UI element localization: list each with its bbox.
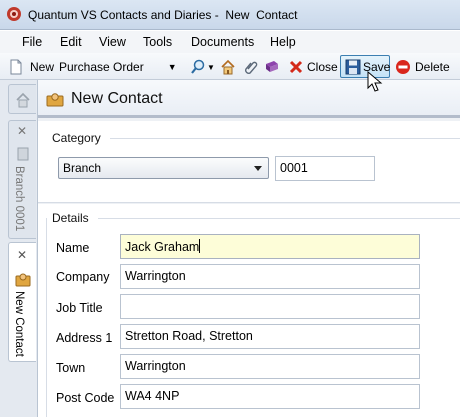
chevron-down-icon bbox=[254, 166, 262, 171]
post-code-field[interactable]: WA4 4NP bbox=[120, 384, 420, 409]
books-button[interactable] bbox=[264, 57, 280, 77]
menu-tools[interactable]: Tools bbox=[143, 35, 172, 49]
town-field[interactable]: Warrington bbox=[120, 354, 420, 379]
text-caret bbox=[199, 239, 201, 253]
building-icon bbox=[17, 147, 29, 161]
contact-form-area: New Contact Category Branch 0001 Details… bbox=[38, 80, 460, 417]
category-dropdown[interactable]: Branch bbox=[58, 157, 269, 179]
tab-branch[interactable]: ✕ Branch 0001 bbox=[8, 120, 36, 239]
company-label: Company bbox=[56, 270, 110, 284]
category-section-label: Category bbox=[52, 131, 101, 145]
window-title: Quantum VS Contacts and Diaries - New Co… bbox=[28, 8, 298, 22]
divider bbox=[110, 138, 460, 139]
job-title-field[interactable] bbox=[120, 294, 420, 319]
delete-button[interactable]: Delete bbox=[395, 57, 450, 77]
contact-icon bbox=[46, 93, 64, 107]
divider bbox=[98, 218, 460, 219]
paperclip-icon bbox=[245, 61, 258, 74]
details-panel: Details Name Jack Graham Company Warring… bbox=[38, 204, 460, 417]
menu-help[interactable]: Help bbox=[270, 35, 296, 49]
search-button[interactable]: ▼ bbox=[190, 57, 215, 77]
tab-new-contact[interactable]: ✕ New Contact bbox=[8, 242, 36, 362]
menu-bar: File Edit View Tools Documents Help bbox=[0, 31, 460, 53]
town-value: Warrington bbox=[125, 359, 186, 373]
home-icon bbox=[16, 92, 30, 108]
post-code-value: WA4 4NP bbox=[125, 389, 180, 403]
address1-field[interactable]: Stretton Road, Stretton bbox=[120, 324, 420, 349]
toolbar: New Purchase Order ▼ ▼ Close Save Delete bbox=[0, 53, 460, 80]
tab-branch-label: Branch 0001 bbox=[13, 166, 25, 232]
books-icon bbox=[266, 61, 278, 72]
menu-view[interactable]: View bbox=[99, 35, 126, 49]
home-button[interactable] bbox=[220, 57, 236, 77]
details-section-label: Details bbox=[52, 211, 89, 225]
search-icon bbox=[191, 59, 205, 74]
close-button[interactable]: Close bbox=[288, 57, 338, 77]
tab-home[interactable] bbox=[8, 84, 36, 114]
page-title: New Contact bbox=[71, 90, 163, 107]
mouse-pointer-icon bbox=[367, 71, 383, 92]
new-button[interactable]: New bbox=[8, 57, 54, 77]
menu-file[interactable]: File bbox=[22, 35, 42, 49]
close-label: Close bbox=[307, 60, 338, 74]
new-label: New bbox=[30, 60, 55, 74]
attach-button[interactable] bbox=[243, 57, 259, 77]
app-logo-icon bbox=[7, 7, 21, 21]
divider bbox=[46, 218, 47, 417]
category-code-value: 0001 bbox=[280, 161, 308, 175]
delete-label: Delete bbox=[415, 60, 450, 74]
company-value: Warrington bbox=[125, 269, 186, 283]
tab-new-contact-label: New Contact bbox=[13, 291, 25, 357]
new-type-label: Purchase Order bbox=[59, 60, 144, 74]
home-icon bbox=[221, 59, 235, 75]
title-bar: Quantum VS Contacts and Diaries - New Co… bbox=[0, 0, 460, 30]
close-tab-icon[interactable]: ✕ bbox=[17, 124, 27, 138]
document-tab-strip: ✕ Branch 0001 ✕ New Contact bbox=[0, 80, 38, 417]
new-document-icon bbox=[10, 59, 22, 75]
floppy-disk-icon bbox=[345, 59, 361, 75]
chevron-down-icon: ▼ bbox=[167, 62, 177, 72]
town-label: Town bbox=[56, 361, 86, 375]
name-field[interactable]: Jack Graham bbox=[120, 234, 420, 259]
close-icon bbox=[289, 60, 303, 74]
chevron-down-icon: ▼ bbox=[207, 62, 215, 72]
new-type-dropdown[interactable]: Purchase Order ▼ bbox=[59, 57, 177, 77]
address1-label: Address 1 bbox=[56, 331, 113, 345]
address1-value: Stretton Road, Stretton bbox=[125, 329, 253, 343]
name-label: Name bbox=[56, 241, 90, 255]
company-field[interactable]: Warrington bbox=[120, 264, 420, 289]
menu-documents[interactable]: Documents bbox=[191, 35, 254, 49]
contact-icon bbox=[15, 273, 31, 287]
menu-edit[interactable]: Edit bbox=[60, 35, 82, 49]
job-title-label: Job Title bbox=[56, 301, 103, 315]
name-value: Jack Graham bbox=[125, 239, 201, 254]
close-tab-icon[interactable]: ✕ bbox=[17, 248, 27, 262]
delete-icon bbox=[396, 60, 410, 74]
post-code-label: Post Code bbox=[56, 391, 115, 405]
category-code-field[interactable]: 0001 bbox=[275, 156, 375, 181]
category-dropdown-value: Branch bbox=[63, 161, 102, 175]
form-header: New Contact bbox=[38, 80, 460, 118]
